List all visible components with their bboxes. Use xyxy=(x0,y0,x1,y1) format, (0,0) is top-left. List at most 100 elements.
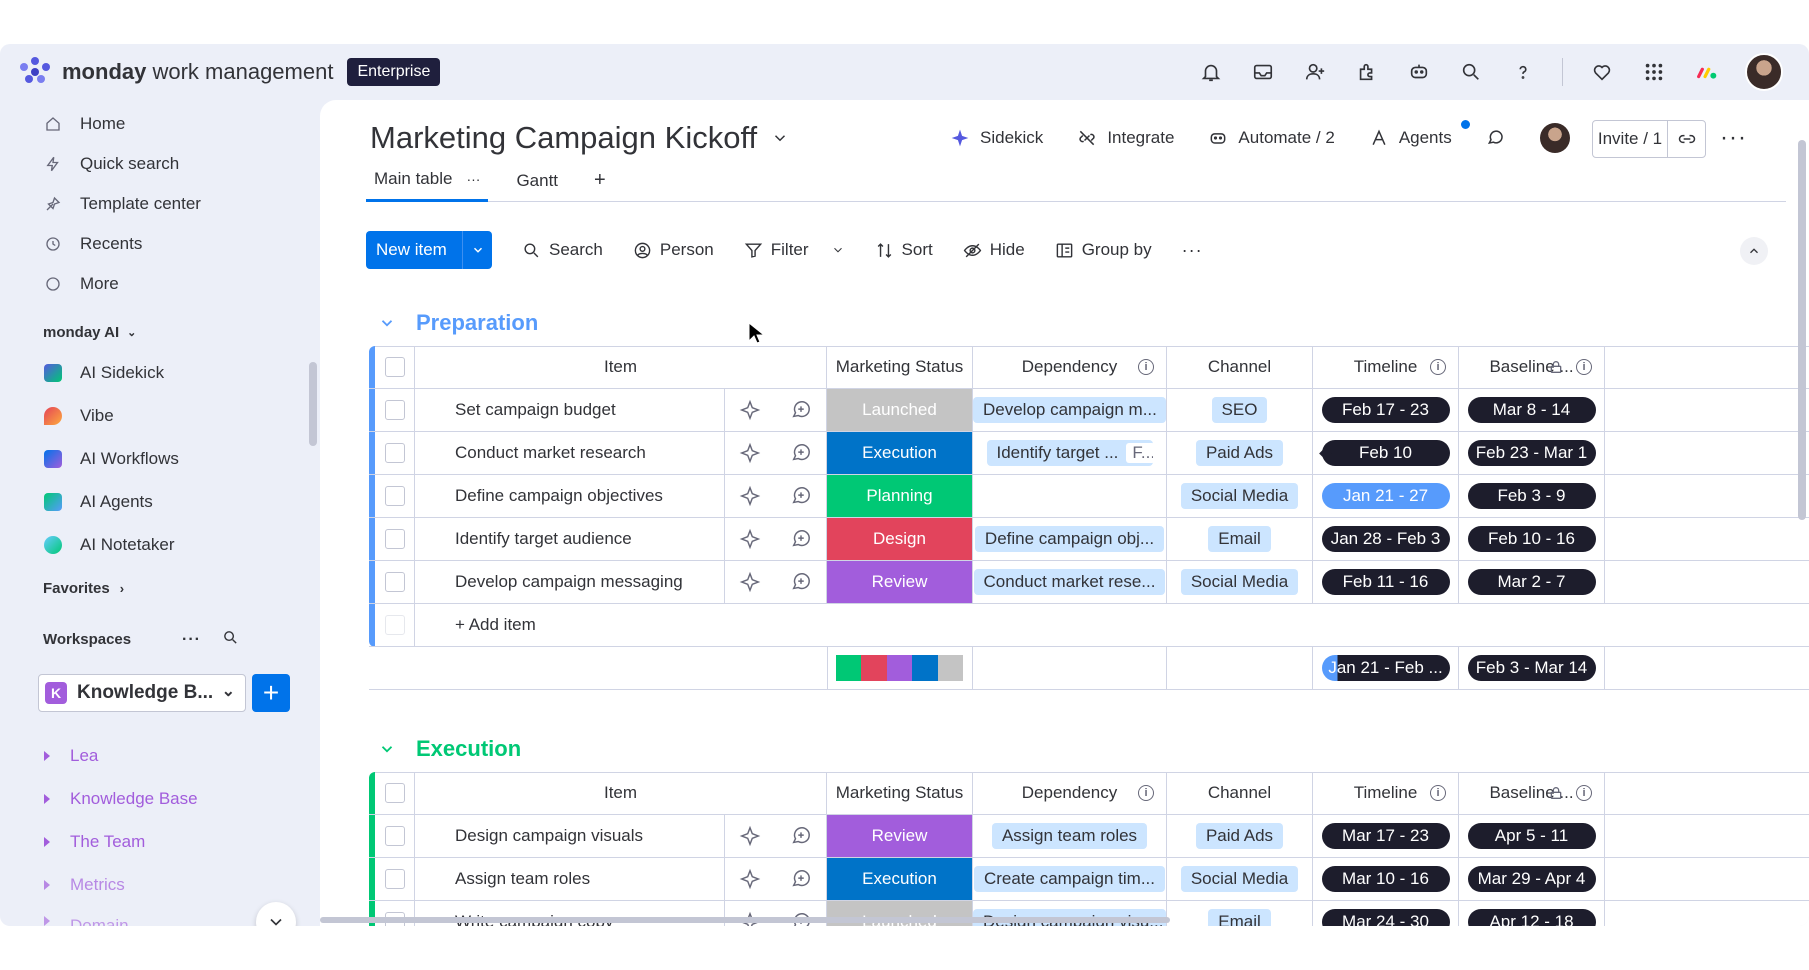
header-dependency[interactable]: Dependency i xyxy=(973,772,1167,814)
header-status[interactable]: Marketing Status xyxy=(827,772,973,814)
info-icon[interactable]: i xyxy=(1576,785,1592,801)
add-update-icon[interactable] xyxy=(790,868,812,890)
avatar[interactable] xyxy=(1745,53,1783,91)
nav-template-center[interactable]: Template center xyxy=(0,184,318,224)
add-item-row[interactable]: + Add item xyxy=(369,604,1809,647)
dependency-chip[interactable]: Develop campaign m... xyxy=(973,397,1166,423)
add-item-cell[interactable]: + Add item xyxy=(415,604,1805,646)
checkbox[interactable] xyxy=(384,826,405,846)
more-options-icon[interactable]: ··· xyxy=(182,631,201,649)
header-channel[interactable]: Channel xyxy=(1167,772,1313,814)
status-cell[interactable]: Review xyxy=(827,815,973,857)
checkbox[interactable] xyxy=(384,443,405,463)
timeline-cell[interactable]: Mar 24 - 30 xyxy=(1313,901,1459,926)
timeline-cell[interactable]: Feb 10 xyxy=(1313,432,1459,474)
header-channel[interactable]: Channel xyxy=(1167,346,1313,388)
ai-notetaker[interactable]: AI Notetaker xyxy=(0,523,318,566)
sparkle-icon[interactable] xyxy=(739,825,761,847)
item-name-cell[interactable]: Set campaign budget xyxy=(415,389,725,431)
info-icon[interactable]: i xyxy=(1138,359,1154,375)
timeline-cell[interactable]: Mar 17 - 23 xyxy=(1313,815,1459,857)
dependency-chip[interactable]: Create campaign tim... xyxy=(973,866,1165,892)
table-row[interactable]: Conduct market research Execution Identify… xyxy=(369,432,1809,475)
link-icon[interactable] xyxy=(1667,121,1705,157)
table-row[interactable]: Identify target audience Design Define cam… xyxy=(369,518,1809,561)
add-update-icon[interactable] xyxy=(790,485,812,507)
add-update-icon[interactable] xyxy=(790,825,812,847)
sidekick-button[interactable]: Sidekick xyxy=(950,128,1043,148)
filter-button[interactable]: Filter xyxy=(744,240,845,260)
dependency-cell[interactable]: Define campaign obj... xyxy=(973,518,1167,560)
header-timeline[interactable]: Timeline i xyxy=(1313,346,1459,388)
monday-apps-icon[interactable] xyxy=(1693,59,1719,85)
nav-quick-search[interactable]: Quick search xyxy=(0,144,318,184)
item-name-cell[interactable]: Assign team roles xyxy=(415,858,725,900)
automate-button[interactable]: Automate / 2 xyxy=(1208,128,1335,148)
more-menu-icon[interactable]: ··· xyxy=(1720,124,1747,152)
checkbox[interactable] xyxy=(384,486,405,506)
header-status[interactable]: Marketing Status xyxy=(827,346,973,388)
ai-workflows[interactable]: AI Workflows xyxy=(0,437,318,480)
search-icon[interactable] xyxy=(1458,59,1484,85)
group-title-execution[interactable]: Execution xyxy=(378,736,521,762)
checkbox[interactable] xyxy=(384,529,405,549)
dependency-cell[interactable]: Conduct market rese... xyxy=(973,561,1167,603)
timeline-cell[interactable]: Jan 28 - Feb 3 xyxy=(1313,518,1459,560)
chevron-down-icon[interactable] xyxy=(462,231,492,269)
search-button[interactable]: Search xyxy=(522,240,603,260)
sparkle-icon[interactable] xyxy=(739,868,761,890)
grid-icon[interactable] xyxy=(1641,59,1667,85)
summary-status-cell[interactable] xyxy=(827,647,973,689)
timeline-cell[interactable]: Feb 11 - 16 xyxy=(1313,561,1459,603)
header-baseline[interactable]: Baseline ... i xyxy=(1459,772,1605,814)
search-icon[interactable] xyxy=(222,629,239,650)
add-view-button[interactable]: + xyxy=(586,160,614,202)
nav-more[interactable]: More xyxy=(0,264,318,304)
header-checkbox[interactable] xyxy=(375,772,415,814)
bell-icon[interactable] xyxy=(1198,59,1224,85)
status-cell[interactable]: Execution xyxy=(827,858,973,900)
table-row[interactable]: Assign team roles Execution Create campaig… xyxy=(369,858,1809,901)
tab-more-icon[interactable]: ··· xyxy=(466,171,480,187)
dependency-cell[interactable]: Create campaign tim... xyxy=(973,858,1167,900)
comments-icon[interactable] xyxy=(1486,128,1506,148)
tree-item-domain[interactable]: Domain xyxy=(44,906,198,926)
add-update-icon[interactable] xyxy=(790,442,812,464)
monday-ai-section[interactable]: monday AI ⌄ xyxy=(0,324,318,341)
tab-gantt[interactable]: Gantt xyxy=(508,160,566,202)
board-avatar[interactable] xyxy=(1539,123,1570,153)
info-icon[interactable]: i xyxy=(1576,359,1592,375)
info-icon[interactable]: i xyxy=(1138,785,1154,801)
channel-cell[interactable]: Email xyxy=(1167,901,1313,926)
timeline-cell[interactable]: Mar 10 - 16 xyxy=(1313,858,1459,900)
board-title[interactable]: Marketing Campaign Kickoff xyxy=(370,120,789,156)
status-cell[interactable]: Planning xyxy=(827,475,973,517)
dependency-chip[interactable]: Define campaign obj... xyxy=(974,526,1165,552)
header-item[interactable]: Item xyxy=(415,346,827,388)
item-name-cell[interactable]: Develop campaign messaging xyxy=(415,561,725,603)
dependency-cell[interactable]: Identify target ... F... xyxy=(973,432,1167,474)
horizontal-scrollbar[interactable] xyxy=(320,917,1170,923)
channel-cell[interactable]: Paid Ads xyxy=(1167,432,1313,474)
item-name-cell[interactable]: Design campaign visuals xyxy=(415,815,725,857)
status-cell[interactable]: Execution xyxy=(827,432,973,474)
channel-cell[interactable]: Paid Ads xyxy=(1167,815,1313,857)
item-name-cell[interactable]: Define campaign objectives xyxy=(415,475,725,517)
integrate-button[interactable]: Integrate xyxy=(1077,128,1174,148)
help-icon[interactable] xyxy=(1510,59,1536,85)
status-cell[interactable]: Review xyxy=(827,561,973,603)
ai-icon[interactable] xyxy=(1406,59,1432,85)
dependency-chip[interactable]: Identify target ... F... xyxy=(986,440,1153,466)
sort-button[interactable]: Sort xyxy=(875,240,933,260)
info-icon[interactable]: i xyxy=(1430,359,1446,375)
workspace-selector[interactable]: K Knowledge B... ⌄ xyxy=(38,674,246,712)
nav-recents[interactable]: Recents xyxy=(0,224,318,264)
sparkle-icon[interactable] xyxy=(739,485,761,507)
item-name-cell[interactable]: Identify target audience xyxy=(415,518,725,560)
header-item[interactable]: Item xyxy=(415,772,827,814)
dependency-cell[interactable]: Develop campaign m... xyxy=(973,389,1167,431)
sidebar-scrollbar[interactable] xyxy=(309,362,317,446)
dependency-chip[interactable]: Assign team roles xyxy=(991,823,1148,849)
vertical-scrollbar[interactable] xyxy=(1798,140,1806,520)
timeline-cell[interactable]: Feb 17 - 23 xyxy=(1313,389,1459,431)
